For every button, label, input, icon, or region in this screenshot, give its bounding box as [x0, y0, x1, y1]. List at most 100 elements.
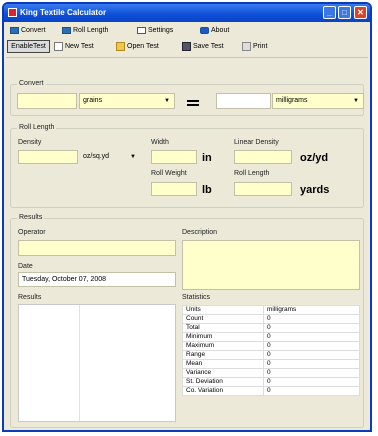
roll-weight-unit: lb	[202, 184, 212, 196]
stat-value: 0	[263, 314, 360, 324]
density-input[interactable]	[18, 150, 78, 164]
roll-length-output[interactable]	[234, 182, 292, 196]
linear-density-unit: oz/yd	[300, 152, 329, 164]
print-button[interactable]: Print	[242, 40, 267, 53]
menu-settings[interactable]: Settings	[137, 25, 173, 36]
stat-name: Co. Variation	[182, 386, 264, 396]
convert-from-unit-select[interactable]: grains ▼	[79, 93, 175, 109]
minimize-button[interactable]: _	[323, 6, 336, 19]
stat-row: Count 0	[182, 314, 360, 324]
roll-weight-label: Roll Weight	[151, 170, 187, 177]
new-document-icon	[54, 41, 63, 51]
new-test-button[interactable]: New Test	[54, 40, 94, 53]
stat-value: 0	[263, 377, 360, 387]
results-group-title: Results	[17, 214, 45, 221]
equals-icon	[187, 100, 199, 106]
stat-name: Variance	[182, 368, 264, 378]
operator-label: Operator	[18, 229, 46, 236]
print-label: Print	[253, 43, 268, 50]
date-value: Tuesday, October 07, 2008	[22, 276, 107, 283]
stat-row: Maximum 0	[182, 341, 360, 351]
date-label: Date	[18, 263, 33, 270]
stat-value: milligrams	[263, 305, 360, 315]
operator-input[interactable]	[18, 240, 176, 256]
menu-bar: Convert Roll Length Settings About	[4, 23, 370, 37]
description-label: Description	[182, 229, 218, 236]
date-picker[interactable]: Tuesday, October 07, 2008	[18, 272, 176, 287]
maximize-button[interactable]: □	[338, 6, 351, 19]
stat-name: Range	[182, 350, 264, 360]
convert-from-unit-value: grains	[83, 97, 103, 104]
results-list-label: Results	[18, 294, 42, 301]
dropdown-arrow-icon: ▼	[130, 154, 136, 160]
save-test-label: Save Test	[193, 43, 224, 50]
stat-name: St. Deviation	[182, 377, 264, 387]
stat-value: 0	[263, 341, 360, 351]
open-test-label: Open Test	[127, 43, 159, 50]
title-bar[interactable]: King Textile Calculator _ □ ✕	[4, 4, 370, 22]
printer-icon	[242, 41, 251, 51]
stat-name: Minimum	[182, 332, 264, 342]
stat-name: Units	[182, 305, 264, 315]
menu-roll-length[interactable]: Roll Length	[62, 25, 108, 36]
convert-to-input[interactable]	[216, 93, 271, 109]
dropdown-arrow-icon: ▼	[353, 98, 359, 104]
statistics-table: Units milligrams Count 0 Total 0 Minimum 0 Maxim…	[182, 305, 360, 396]
roll-length-icon	[62, 26, 71, 34]
stat-row: Co. Variation 0	[182, 386, 360, 396]
menu-about-label: About	[211, 27, 230, 34]
stat-row: Variance 0	[182, 368, 360, 378]
stat-value: 0	[263, 386, 360, 396]
toolbar: EnableTest New Test Open Test Save Test …	[4, 38, 370, 56]
open-test-button[interactable]: Open Test	[116, 40, 159, 53]
about-icon	[200, 26, 209, 34]
stat-value: 0	[263, 350, 360, 360]
convert-group-title: Convert	[17, 80, 46, 87]
open-folder-icon	[116, 41, 125, 51]
width-input[interactable]	[151, 150, 197, 164]
window-title: King Textile Calculator	[20, 8, 107, 17]
dropdown-arrow-icon: ▼	[164, 98, 170, 104]
stat-name: Count	[182, 314, 264, 324]
stat-value: 0	[263, 332, 360, 342]
stat-row: St. Deviation 0	[182, 377, 360, 387]
width-unit: in	[202, 152, 212, 164]
roll-length-label: Roll Length	[234, 170, 270, 177]
results-column-divider	[79, 305, 80, 421]
stat-value: 0	[263, 368, 360, 378]
stat-row: Total 0	[182, 323, 360, 333]
stat-row: Mean 0	[182, 359, 360, 369]
enable-test-button[interactable]: EnableTest	[7, 40, 50, 53]
convert-icon	[10, 26, 19, 34]
results-list[interactable]	[18, 304, 176, 422]
toolbar-divider	[6, 57, 368, 58]
roll-weight-input[interactable]	[151, 182, 197, 196]
description-input[interactable]	[182, 240, 360, 290]
statistics-label: Statistics	[182, 294, 211, 301]
density-unit-value: oz/sq.yd	[83, 153, 110, 160]
save-icon	[182, 41, 191, 51]
density-label: Density	[18, 139, 42, 146]
stat-row: Range 0	[182, 350, 360, 360]
roll-length-unit: yards	[300, 184, 330, 196]
menu-roll-length-label: Roll Length	[73, 27, 109, 34]
app-icon	[8, 8, 17, 17]
stat-value: 0	[263, 359, 360, 369]
menu-convert[interactable]: Convert	[10, 25, 46, 36]
new-test-label: New Test	[65, 43, 94, 50]
menu-about[interactable]: About	[200, 25, 229, 36]
stat-row: Minimum 0	[182, 332, 360, 342]
density-unit-select[interactable]: oz/sq.yd ▼	[80, 150, 140, 164]
linear-density-input[interactable]	[234, 150, 292, 164]
stat-name: Total	[182, 323, 264, 333]
menu-settings-label: Settings	[148, 27, 174, 34]
save-test-button[interactable]: Save Test	[182, 40, 224, 53]
stat-name: Mean	[182, 359, 264, 369]
convert-to-unit-value: milligrams	[276, 97, 308, 104]
width-label: Width	[151, 139, 169, 146]
linear-density-label: Linear Density	[234, 139, 279, 146]
settings-icon	[137, 26, 146, 34]
close-button[interactable]: ✕	[354, 6, 367, 19]
convert-from-input[interactable]	[17, 93, 77, 109]
convert-to-unit-select[interactable]: milligrams ▼	[272, 93, 364, 109]
